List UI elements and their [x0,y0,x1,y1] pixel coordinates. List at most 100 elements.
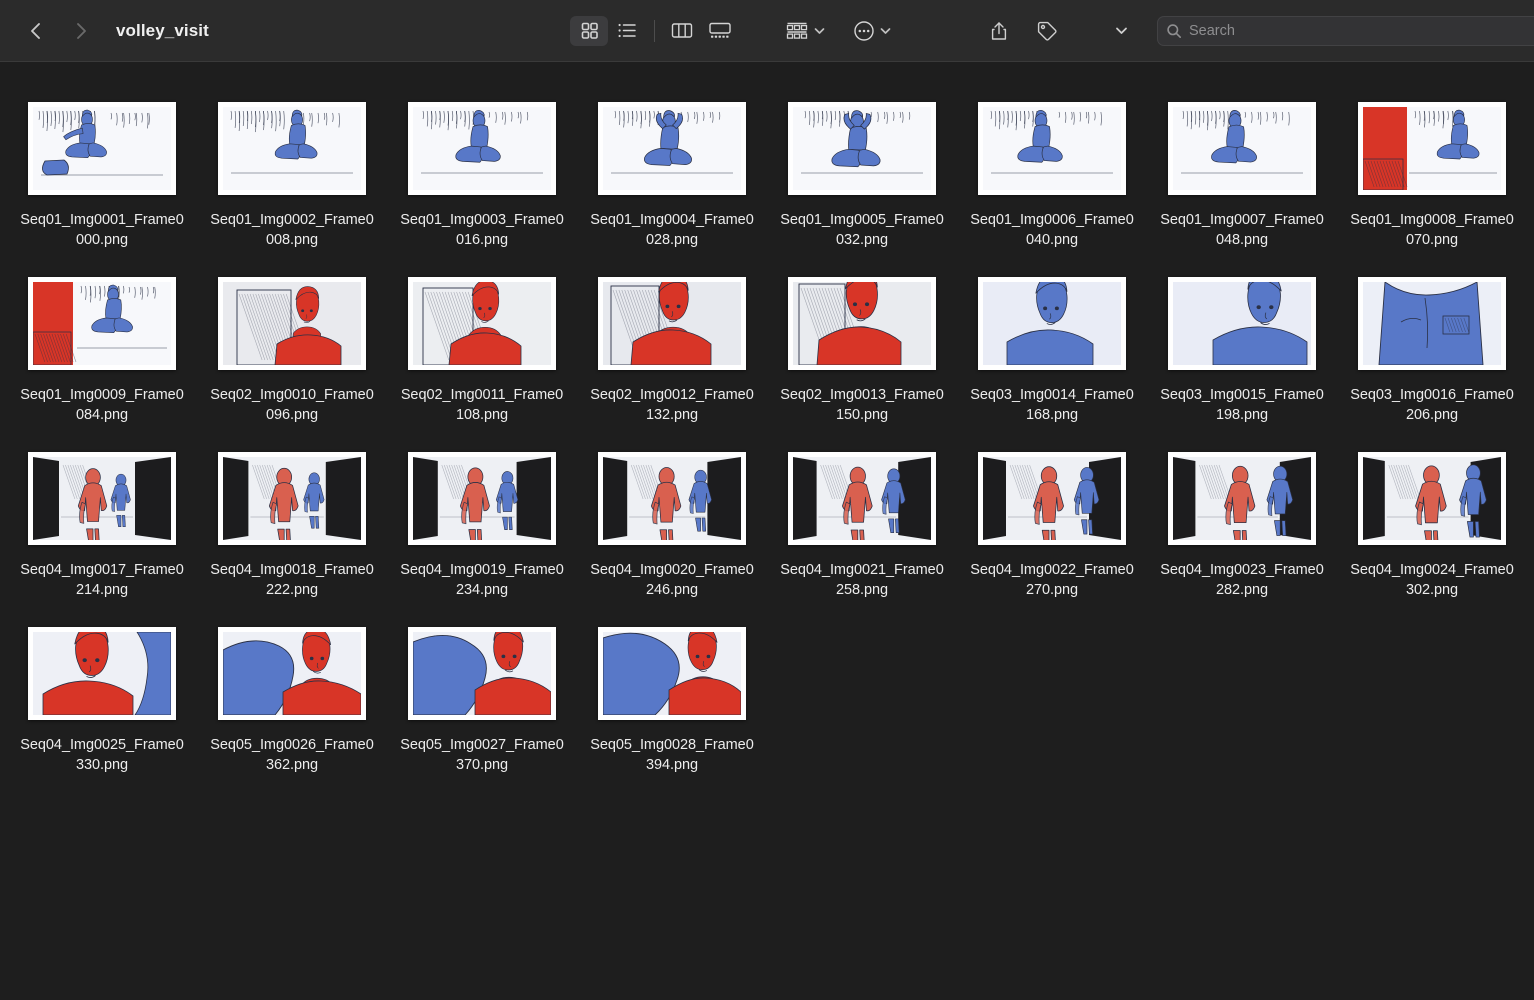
finder-toolbar: volley_visit [0,0,1534,62]
file-item[interactable]: Seq04_Img0024_Frame0302.png [1337,452,1527,600]
view-as-icons-button[interactable] [570,16,608,46]
view-as-gallery-button[interactable] [701,16,739,46]
file-item[interactable]: Seq01_Img0003_Frame0016.png [387,102,577,250]
file-label[interactable]: Seq04_Img0025_Frame0330.png [9,735,195,775]
file-item[interactable]: Seq04_Img0021_Frame0258.png [767,452,957,600]
file-thumbnail[interactable] [978,277,1126,370]
file-thumbnail[interactable] [1168,277,1316,370]
file-thumbnail[interactable] [978,452,1126,545]
file-item[interactable]: Seq01_Img0004_Frame0028.png [577,102,767,250]
view-as-list-button[interactable] [608,16,646,46]
file-item[interactable]: Seq03_Img0015_Frame0198.png [1147,277,1337,425]
forward-button[interactable] [66,16,96,46]
file-thumbnail[interactable] [788,452,936,545]
file-item[interactable]: Seq04_Img0019_Frame0234.png [387,452,577,600]
file-label[interactable]: Seq04_Img0023_Frame0282.png [1149,560,1335,600]
file-thumbnail[interactable] [28,102,176,195]
file-label[interactable]: Seq05_Img0027_Frame0370.png [389,735,575,775]
file-item[interactable]: Seq02_Img0012_Frame0132.png [577,277,767,425]
file-item[interactable]: Seq01_Img0008_Frame0070.png [1337,102,1527,250]
file-item[interactable]: Seq04_Img0022_Frame0270.png [957,452,1147,600]
file-thumbnail[interactable] [1358,452,1506,545]
file-thumbnail[interactable] [408,277,556,370]
file-thumbnail[interactable] [598,627,746,720]
file-thumbnail[interactable] [1358,277,1506,370]
file-item[interactable]: Seq02_Img0010_Frame0096.png [197,277,387,425]
file-item[interactable]: Seq04_Img0025_Frame0330.png [7,627,197,775]
file-label[interactable]: Seq01_Img0006_Frame0040.png [959,210,1145,250]
file-label[interactable]: Seq01_Img0008_Frame0070.png [1339,210,1525,250]
file-item[interactable]: Seq01_Img0009_Frame0084.png [7,277,197,425]
file-thumbnail[interactable] [218,627,366,720]
file-label[interactable]: Seq05_Img0026_Frame0362.png [199,735,385,775]
file-thumbnail[interactable] [598,102,746,195]
file-label[interactable]: Seq03_Img0016_Frame0206.png [1339,385,1525,425]
file-thumbnail[interactable] [598,452,746,545]
search-field[interactable]: Search [1157,16,1534,46]
file-label[interactable]: Seq04_Img0024_Frame0302.png [1339,560,1525,600]
file-label[interactable]: Seq04_Img0019_Frame0234.png [389,560,575,600]
file-item[interactable]: Seq04_Img0023_Frame0282.png [1147,452,1337,600]
file-grid: Seq01_Img0001_Frame0000.png Seq01_Img000… [0,102,1534,775]
file-thumbnail[interactable] [598,277,746,370]
file-label[interactable]: Seq01_Img0007_Frame0048.png [1149,210,1335,250]
file-label[interactable]: Seq01_Img0004_Frame0028.png [579,210,765,250]
file-label[interactable]: Seq04_Img0020_Frame0246.png [579,560,765,600]
file-item[interactable]: Seq03_Img0016_Frame0206.png [1337,277,1527,425]
file-item[interactable]: Seq01_Img0006_Frame0040.png [957,102,1147,250]
file-item[interactable]: Seq01_Img0005_Frame0032.png [767,102,957,250]
file-thumbnail[interactable] [1358,102,1506,195]
file-label[interactable]: Seq02_Img0012_Frame0132.png [579,385,765,425]
file-thumbnail[interactable] [218,452,366,545]
file-item[interactable]: Seq05_Img0027_Frame0370.png [387,627,577,775]
file-label-line2: 394.png [646,757,698,773]
file-label[interactable]: Seq01_Img0009_Frame0084.png [9,385,195,425]
file-item[interactable]: Seq01_Img0007_Frame0048.png [1147,102,1337,250]
file-thumbnail[interactable] [218,277,366,370]
actions-button[interactable] [853,16,891,46]
file-item[interactable]: Seq02_Img0011_Frame0108.png [387,277,577,425]
tags-button[interactable] [1033,17,1061,45]
file-item[interactable]: Seq04_Img0018_Frame0222.png [197,452,387,600]
file-label[interactable]: Seq01_Img0001_Frame0000.png [9,210,195,250]
toolbar-overflow-button[interactable] [1107,17,1135,45]
file-thumbnail[interactable] [1168,102,1316,195]
file-label[interactable]: Seq05_Img0028_Frame0394.png [579,735,765,775]
file-label[interactable]: Seq02_Img0010_Frame0096.png [199,385,385,425]
file-label[interactable]: Seq04_Img0017_Frame0214.png [9,560,195,600]
file-thumbnail[interactable] [28,452,176,545]
file-label[interactable]: Seq04_Img0018_Frame0222.png [199,560,385,600]
file-thumbnail[interactable] [28,277,176,370]
file-item[interactable]: Seq01_Img0002_Frame0008.png [197,102,387,250]
file-label[interactable]: Seq03_Img0015_Frame0198.png [1149,385,1335,425]
file-thumbnail[interactable] [978,102,1126,195]
file-thumbnail[interactable] [788,277,936,370]
file-item[interactable]: Seq02_Img0013_Frame0150.png [767,277,957,425]
file-label[interactable]: Seq04_Img0022_Frame0270.png [959,560,1145,600]
file-label[interactable]: Seq03_Img0014_Frame0168.png [959,385,1145,425]
file-thumbnail[interactable] [408,627,556,720]
file-item[interactable]: Seq03_Img0014_Frame0168.png [957,277,1147,425]
back-button[interactable] [20,16,50,46]
file-label[interactable]: Seq01_Img0005_Frame0032.png [769,210,955,250]
file-label[interactable]: Seq01_Img0003_Frame0016.png [389,210,575,250]
file-thumbnail[interactable] [1168,452,1316,545]
file-thumbnail[interactable] [408,102,556,195]
file-item[interactable]: Seq04_Img0017_Frame0214.png [7,452,197,600]
file-thumbnail[interactable] [28,627,176,720]
file-item[interactable]: Seq04_Img0020_Frame0246.png [577,452,767,600]
file-item[interactable]: Seq01_Img0001_Frame0000.png [7,102,197,250]
view-as-columns-button[interactable] [663,16,701,46]
file-label[interactable]: Seq01_Img0002_Frame0008.png [199,210,385,250]
file-label[interactable]: Seq02_Img0011_Frame0108.png [389,385,575,425]
group-by-button[interactable] [785,16,825,46]
file-label[interactable]: Seq02_Img0013_Frame0150.png [769,385,955,425]
file-thumbnail[interactable] [218,102,366,195]
file-item[interactable]: Seq05_Img0026_Frame0362.png [197,627,387,775]
file-label[interactable]: Seq04_Img0021_Frame0258.png [769,560,955,600]
file-label-line1: Seq05_Img0027_Frame0 [400,737,563,753]
file-thumbnail[interactable] [408,452,556,545]
file-item[interactable]: Seq05_Img0028_Frame0394.png [577,627,767,775]
share-button[interactable] [985,17,1013,45]
file-thumbnail[interactable] [788,102,936,195]
